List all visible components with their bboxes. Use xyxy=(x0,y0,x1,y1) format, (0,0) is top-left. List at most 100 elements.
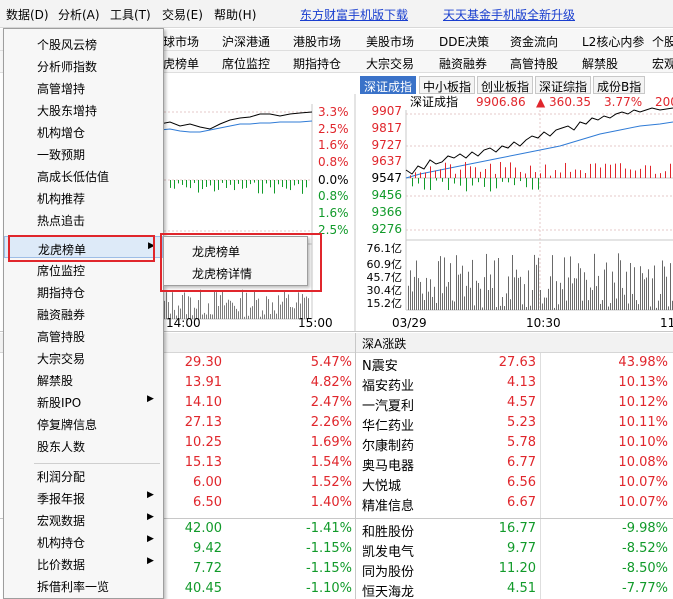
toolbar-unlock[interactable]: 解禁股 xyxy=(582,55,618,72)
menu-item-lending-rate[interactable]: 拆借利率一览 xyxy=(4,574,163,596)
menu-tools[interactable]: 工具(T) xyxy=(110,6,151,23)
stock-name[interactable]: 华仁药业 xyxy=(362,415,414,434)
left-row-price[interactable]: 29.30 xyxy=(160,355,222,370)
left-row-price[interactable]: 27.13 xyxy=(160,415,222,430)
stock-name[interactable]: 凯发电气 xyxy=(362,541,414,560)
left-row-price[interactable]: 6.00 xyxy=(160,475,222,490)
stock-name[interactable]: 尔康制药 xyxy=(362,435,414,454)
left-row-price[interactable]: 14.10 xyxy=(160,395,222,410)
stock-pct[interactable]: 10.07% xyxy=(590,495,668,510)
menu-help[interactable]: 帮助(H) xyxy=(214,6,256,23)
left-row-price[interactable]: 7.72 xyxy=(160,561,222,576)
menu-trade[interactable]: 交易(E) xyxy=(162,6,203,23)
stock-pct[interactable]: 43.98% xyxy=(590,355,668,370)
stock-name[interactable]: 一汽夏利 xyxy=(362,395,414,414)
stock-price[interactable]: 5.23 xyxy=(470,415,536,430)
stock-price[interactable]: 16.77 xyxy=(470,521,536,536)
toolbar-us-market[interactable]: 美股市场 xyxy=(366,33,414,50)
stock-price[interactable]: 6.77 xyxy=(470,455,536,470)
toolbar-stock[interactable]: 个股 xyxy=(652,33,673,50)
toolbar-capital-flow[interactable]: 资金流向 xyxy=(510,33,558,50)
left-row-pct[interactable]: 1.52% xyxy=(280,475,352,490)
stock-pct[interactable]: -7.77% xyxy=(590,581,668,596)
stock-name[interactable]: N震安 xyxy=(362,355,398,374)
left-row-price[interactable]: 10.25 xyxy=(160,435,222,450)
stock-price[interactable]: 4.51 xyxy=(470,581,536,596)
menu-analysis[interactable]: 分析(A) xyxy=(58,6,100,23)
menu-item-consensus-forecast[interactable]: 一致预期 xyxy=(4,142,163,164)
menu-item-institution-recommend[interactable]: 机构推荐 xyxy=(4,186,163,208)
menu-item-shareholder-increase[interactable]: 大股东增持 xyxy=(4,98,163,120)
stock-name[interactable]: 恒天海龙 xyxy=(362,581,414,599)
link-mobile-download[interactable]: 东方财富手机版下载 xyxy=(300,6,408,23)
stock-name[interactable]: 福安药业 xyxy=(362,375,414,394)
left-row-pct[interactable]: 1.40% xyxy=(280,495,352,510)
toolbar-hk-market[interactable]: 港股市场 xyxy=(293,33,341,50)
submenu-item-dragon-tiger-list[interactable]: 龙虎榜单 xyxy=(164,239,307,261)
stock-price[interactable]: 4.13 xyxy=(470,375,536,390)
stock-pct[interactable]: -9.98% xyxy=(590,521,668,536)
left-row-pct[interactable]: -1.10% xyxy=(280,581,352,596)
menu-item-growth-low-valuation[interactable]: 高成长低估值 xyxy=(4,164,163,186)
stock-pct[interactable]: 10.10% xyxy=(590,435,668,450)
menu-item-exec-increase[interactable]: 高管增持 xyxy=(4,76,163,98)
toolbar-exec-holding[interactable]: 高管持股 xyxy=(510,55,558,72)
link-fund-upgrade[interactable]: 天天基金手机版全新升级 xyxy=(443,6,575,23)
menu-item-exec-holding[interactable]: 高管持股 xyxy=(4,324,163,346)
menu-item-quarterly-report[interactable]: 季报年报 ▶ xyxy=(4,486,163,508)
stock-price[interactable]: 6.56 xyxy=(470,475,536,490)
stock-pct[interactable]: 10.12% xyxy=(590,395,668,410)
toolbar-seat-monitor[interactable]: 席位监控 xyxy=(222,55,270,72)
left-row-price[interactable]: 42.00 xyxy=(160,521,222,536)
toolbar-l2-core[interactable]: L2核心内参 xyxy=(582,33,644,50)
menu-item-seat-monitor[interactable]: 席位监控 xyxy=(4,258,163,280)
menu-item-macro-data[interactable]: 宏观数据 ▶ xyxy=(4,508,163,530)
menu-item-shareholder-count[interactable]: 股东人数 xyxy=(4,434,163,456)
stock-name[interactable]: 奥马电器 xyxy=(362,455,414,474)
toolbar-block-trade[interactable]: 大宗交易 xyxy=(366,55,414,72)
left-row-pct[interactable]: -1.15% xyxy=(280,541,352,556)
menu-item-dragon-tiger-list[interactable]: 龙虎榜单 ▶ xyxy=(4,236,163,258)
stock-price[interactable]: 9.77 xyxy=(470,541,536,556)
menu-item-block-trade[interactable]: 大宗交易 xyxy=(4,346,163,368)
menu-item-new-ipo[interactable]: 新股IPO ▶ xyxy=(4,390,163,412)
left-row-pct[interactable]: 1.54% xyxy=(280,455,352,470)
menu-item-individual-stock-ranking[interactable]: 个股风云榜 xyxy=(4,32,163,54)
stock-price[interactable]: 6.67 xyxy=(470,495,536,510)
left-row-pct[interactable]: 1.69% xyxy=(280,435,352,450)
menu-item-analyst-index[interactable]: 分析师指数 xyxy=(4,54,163,76)
menu-item-margin-trading[interactable]: 融资融券 xyxy=(4,302,163,324)
stock-price[interactable]: 5.78 xyxy=(470,435,536,450)
left-row-pct[interactable]: -1.41% xyxy=(280,521,352,536)
toolbar-margin[interactable]: 融资融券 xyxy=(439,55,487,72)
stock-pct[interactable]: -8.50% xyxy=(590,561,668,576)
left-row-pct[interactable]: 2.26% xyxy=(280,415,352,430)
toolbar-hk-connect[interactable]: 沪深港通 xyxy=(222,33,270,50)
left-row-price[interactable]: 40.45 xyxy=(160,581,222,596)
menu-data[interactable]: 数据(D) xyxy=(6,6,49,23)
menu-item-price-compare[interactable]: 比价数据 ▶ xyxy=(4,552,163,574)
stock-pct[interactable]: 10.08% xyxy=(590,455,668,470)
toolbar-dde[interactable]: DDE决策 xyxy=(439,33,489,50)
menu-item-hot-tracking[interactable]: 热点追击 xyxy=(4,208,163,230)
menu-item-profit-distribution[interactable]: 利润分配 xyxy=(4,464,163,486)
menu-item-institution-holding[interactable]: 机构持仓 ▶ xyxy=(4,530,163,552)
left-row-pct[interactable]: -1.15% xyxy=(280,561,352,576)
stock-name[interactable]: 和胜股份 xyxy=(362,521,414,540)
left-row-price[interactable]: 15.13 xyxy=(160,455,222,470)
left-row-pct[interactable]: 4.82% xyxy=(280,375,352,390)
stock-name[interactable]: 同为股份 xyxy=(362,561,414,580)
stock-pct[interactable]: 10.11% xyxy=(590,415,668,430)
toolbar-dragon-tiger[interactable]: 虎榜单 xyxy=(163,55,199,72)
stock-price[interactable]: 11.20 xyxy=(470,561,536,576)
toolbar-macro[interactable]: 宏观 xyxy=(652,55,673,72)
stock-pct[interactable]: -8.52% xyxy=(590,541,668,556)
submenu-item-dragon-tiger-detail[interactable]: 龙虎榜详情 xyxy=(164,261,307,283)
left-row-price[interactable]: 6.50 xyxy=(160,495,222,510)
left-row-price[interactable]: 9.42 xyxy=(160,541,222,556)
menu-item-futures-position[interactable]: 期指持仓 xyxy=(4,280,163,302)
stock-pct[interactable]: 10.13% xyxy=(590,375,668,390)
menu-item-unlock-shares[interactable]: 解禁股 xyxy=(4,368,163,390)
stock-name[interactable]: 大悦城 xyxy=(362,475,401,494)
toolbar-global-market[interactable]: 球市场 xyxy=(163,33,199,50)
